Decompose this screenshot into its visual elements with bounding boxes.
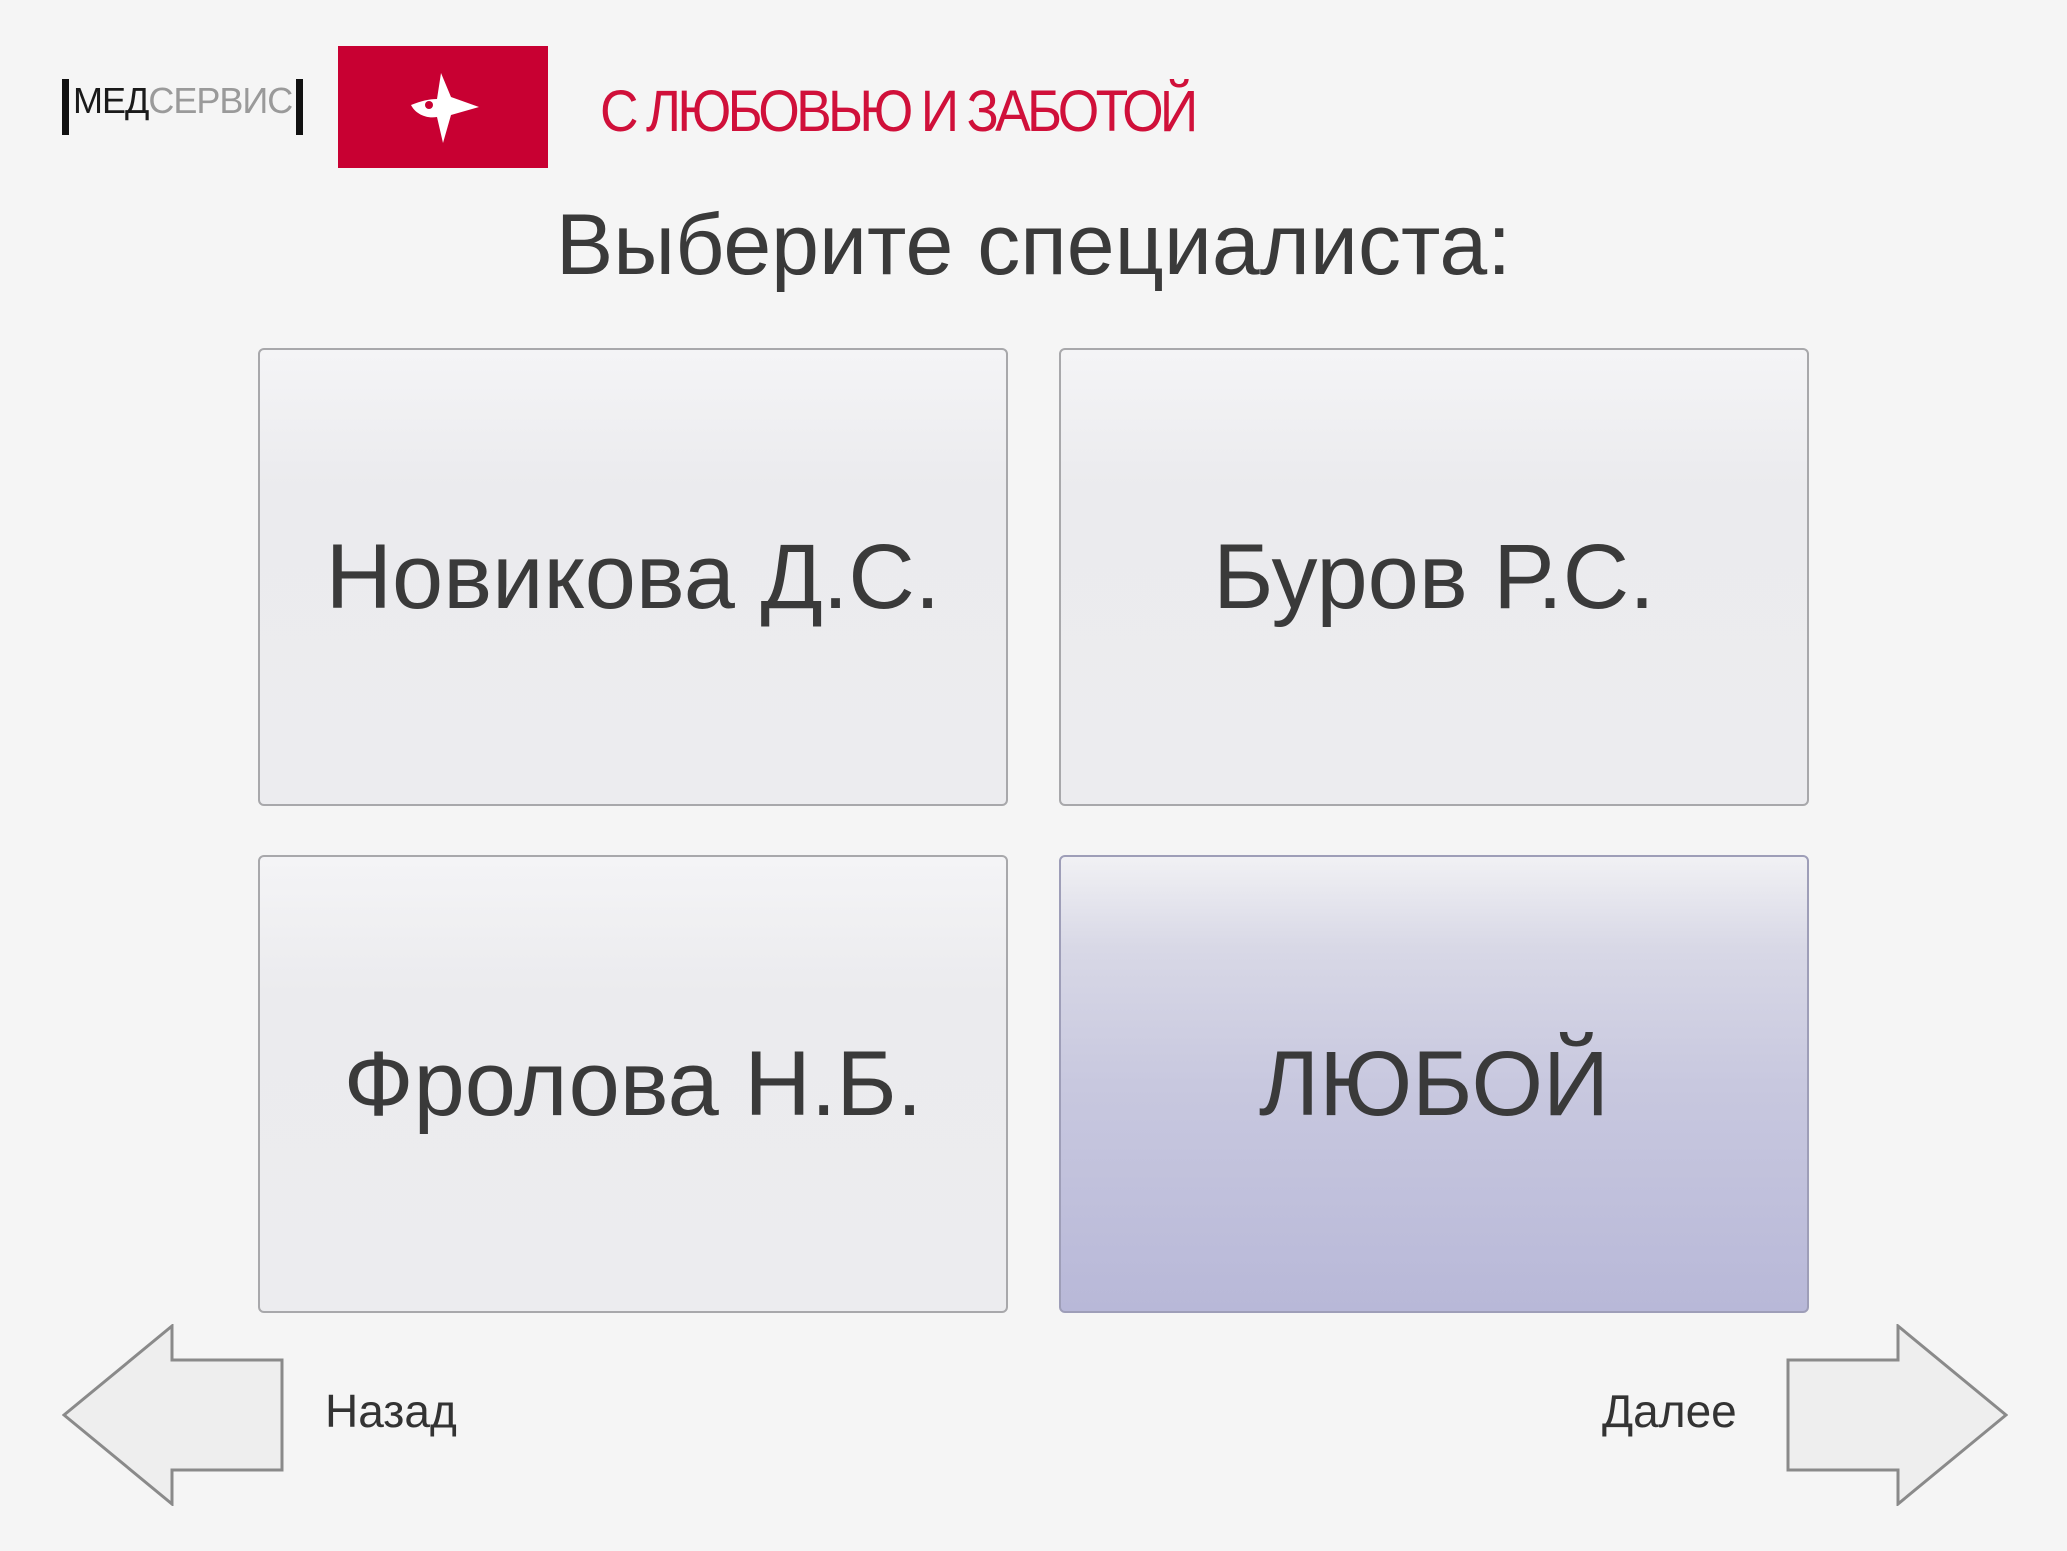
bird-logo-icon <box>338 46 548 168</box>
specialist-option-novikova[interactable]: Новикова Д.С. <box>258 348 1008 806</box>
kiosk-screen: МЕДСЕРВИС С ЛЮБОВЬЮ И ЗАБОТОЙ Выберите с… <box>0 0 2067 1551</box>
specialist-option-burov[interactable]: Буров Р.С. <box>1059 348 1809 806</box>
specialist-option-any[interactable]: ЛЮБОЙ <box>1059 855 1809 1313</box>
logo-bar-right <box>296 79 304 135</box>
arrow-left-icon[interactable] <box>61 1322 284 1508</box>
logo-bar-left <box>62 79 69 135</box>
slogan: С ЛЮБОВЬЮ И ЗАБОТОЙ <box>600 79 1198 144</box>
page-title: Выберите специалиста: <box>555 197 1512 293</box>
logo-text-service: СЕРВИС <box>148 80 293 121</box>
specialist-option-frolova[interactable]: Фролова Н.Б. <box>258 855 1008 1313</box>
arrow-right-icon[interactable] <box>1786 1322 2009 1508</box>
logo: МЕДСЕРВИС <box>62 46 548 168</box>
logo-text-med: МЕД <box>73 80 149 121</box>
next-button[interactable]: Далее <box>1602 1384 1737 1438</box>
logo-text: МЕДСЕРВИС <box>73 80 293 131</box>
back-button[interactable]: Назад <box>325 1384 457 1438</box>
